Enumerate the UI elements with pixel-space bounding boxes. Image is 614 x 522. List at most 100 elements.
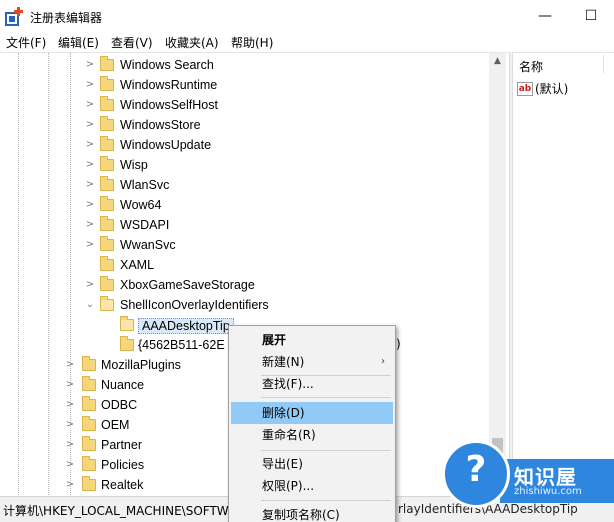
column-separator[interactable] — [603, 55, 604, 73]
tree-node[interactable]: > XboxGameSaveStorage — [0, 276, 485, 296]
ctx-export[interactable]: 导出(E) — [231, 453, 393, 475]
scroll-up-arrow-icon[interactable]: ▲ — [489, 53, 506, 70]
expand-chevron-icon[interactable]: > — [84, 239, 96, 251]
tree-node-label[interactable]: MozillaPlugins — [101, 358, 181, 372]
context-menu: 展开 新建(N) › 查找(F)... 删除(D) 重命名(R) 导出(E) 权限… — [228, 325, 396, 522]
tree-node-label[interactable]: Partner — [101, 438, 142, 452]
maximize-button[interactable]: ☐ — [568, 2, 614, 30]
expand-chevron-icon[interactable]: > — [84, 59, 96, 71]
ctx-copy-key-name[interactable]: 复制项名称(C) — [231, 504, 393, 522]
tree-scrollbar[interactable]: ▲ — [489, 53, 506, 496]
tree-node[interactable]: > WlanSvc — [0, 176, 485, 196]
status-path-start: 计算机\HKEY_LOCAL_MACHINE\SOFTWA — [3, 504, 237, 518]
tree-node-label[interactable]: Wow64 — [120, 198, 161, 212]
watermark-logo: 知识屋 zhishiwu.com ? — [442, 440, 614, 522]
tree-node-label[interactable]: WindowsUpdate — [120, 138, 211, 152]
menu-help[interactable]: 帮助(H) — [231, 34, 273, 51]
name-column-header[interactable]: 名称 — [519, 58, 543, 75]
expand-chevron-icon[interactable]: > — [84, 99, 96, 111]
string-value-icon: ab — [517, 81, 533, 96]
tree-node[interactable]: > WindowsRuntime — [0, 76, 485, 96]
watermark-url: zhishiwu.com — [514, 486, 582, 497]
expand-chevron-icon[interactable]: > — [84, 279, 96, 291]
ctx-expand-label: 展开 — [262, 333, 287, 347]
folder-icon — [82, 456, 96, 471]
ctx-expand[interactable]: 展开 — [231, 329, 393, 351]
tree-node-label[interactable]: WwanSvc — [120, 238, 176, 252]
folder-icon — [100, 176, 114, 191]
menu-favorites[interactable]: 收藏夹(A) — [165, 34, 219, 51]
tree-node-label[interactable]: WlanSvc — [120, 178, 169, 192]
value-row[interactable]: ab (默认) — [517, 80, 568, 98]
ctx-permissions[interactable]: 权限(P)... — [231, 475, 393, 497]
expand-chevron-icon[interactable]: > — [84, 199, 96, 211]
tree-node[interactable]: ⌄ ShellIconOverlayIdentifiers — [0, 296, 485, 316]
folder-icon — [100, 276, 114, 291]
tree-node[interactable]: > WindowsUpdate — [0, 136, 485, 156]
expand-chevron-icon[interactable]: > — [84, 159, 96, 171]
watermark-question-icon: ? — [442, 440, 510, 508]
folder-icon — [100, 216, 114, 231]
menu-file[interactable]: 文件(F) — [6, 34, 46, 51]
folder-icon — [100, 156, 114, 171]
tree-node-label[interactable]: XAML — [120, 258, 154, 272]
expand-chevron-icon[interactable]: > — [84, 79, 96, 91]
tree-node-label[interactable]: WindowsStore — [120, 118, 201, 132]
tree-node-label[interactable]: WindowsRuntime — [120, 78, 217, 92]
ctx-separator — [261, 397, 391, 398]
tree-node-label[interactable]: XboxGameSaveStorage — [120, 278, 255, 292]
tree-node-label[interactable]: WindowsSelfHost — [120, 98, 218, 112]
tree-node-label[interactable]: Policies — [101, 458, 144, 472]
ctx-copy-key-name-label: 复制项名称(C) — [262, 508, 340, 522]
folder-icon — [82, 376, 96, 391]
tree-node-label[interactable]: Windows Search — [120, 58, 214, 72]
tree-node[interactable]: > WindowsSelfHost — [0, 96, 485, 116]
expand-chevron-icon[interactable]: > — [64, 419, 76, 431]
tree-node-label[interactable]: ODBC — [101, 398, 137, 412]
ctx-delete[interactable]: 删除(D) — [231, 402, 393, 424]
tree-node[interactable]: > Wow64 — [0, 196, 485, 216]
menu-edit[interactable]: 编辑(E) — [58, 34, 99, 51]
expand-chevron-icon[interactable]: > — [64, 399, 76, 411]
tree-label-fragment: ) — [396, 337, 401, 351]
expand-chevron-icon[interactable]: > — [64, 479, 76, 491]
expand-chevron-icon[interactable]: > — [84, 119, 96, 131]
collapse-chevron-icon[interactable]: ⌄ — [84, 299, 96, 311]
menu-view[interactable]: 查看(V) — [111, 34, 153, 51]
expand-chevron-icon[interactable]: > — [64, 459, 76, 471]
tree-node-label[interactable]: ShellIconOverlayIdentifiers — [120, 298, 269, 312]
tree-node[interactable]: > Wisp — [0, 156, 485, 176]
ctx-find-label: 查找(F)... — [262, 377, 314, 391]
expand-chevron-icon[interactable]: > — [64, 379, 76, 391]
ctx-find[interactable]: 查找(F)... — [231, 373, 393, 395]
tree-node-label[interactable]: WSDAPI — [120, 218, 169, 232]
folder-icon — [82, 476, 96, 491]
tree-node[interactable]: > WindowsStore — [0, 116, 485, 136]
tree-node-label[interactable]: Nuance — [101, 378, 144, 392]
ctx-new[interactable]: 新建(N) › — [231, 351, 393, 373]
values-pane[interactable]: 名称 ab (默认) — [513, 52, 614, 496]
folder-icon — [100, 256, 114, 271]
expand-chevron-icon[interactable]: > — [84, 179, 96, 191]
folder-icon — [100, 96, 114, 111]
tree-node-label[interactable]: Realtek — [101, 478, 143, 492]
expand-chevron-icon[interactable]: > — [64, 439, 76, 451]
expand-chevron-icon[interactable]: > — [84, 219, 96, 231]
tree-node[interactable]: XAML — [0, 256, 485, 276]
tree-node-label[interactable]: {4562B511-62E — [138, 338, 225, 352]
tree-node[interactable]: > WwanSvc — [0, 236, 485, 256]
ctx-rename[interactable]: 重命名(R) — [231, 424, 393, 446]
tree-node[interactable]: > WSDAPI — [0, 216, 485, 236]
folder-icon — [100, 196, 114, 211]
regedit-app-icon — [4, 6, 26, 28]
tree-node-label[interactable]: AAADesktopTip — [138, 318, 234, 334]
minimize-button[interactable]: — — [522, 2, 568, 30]
expand-chevron-icon[interactable]: > — [64, 359, 76, 371]
tree-node[interactable]: > Windows Search — [0, 56, 485, 76]
folder-icon — [82, 396, 96, 411]
ctx-rename-label: 重命名(R) — [262, 428, 316, 442]
folder-icon — [82, 436, 96, 451]
expand-chevron-icon[interactable]: > — [84, 139, 96, 151]
tree-node-label[interactable]: Wisp — [120, 158, 148, 172]
tree-node-label[interactable]: OEM — [101, 418, 129, 432]
